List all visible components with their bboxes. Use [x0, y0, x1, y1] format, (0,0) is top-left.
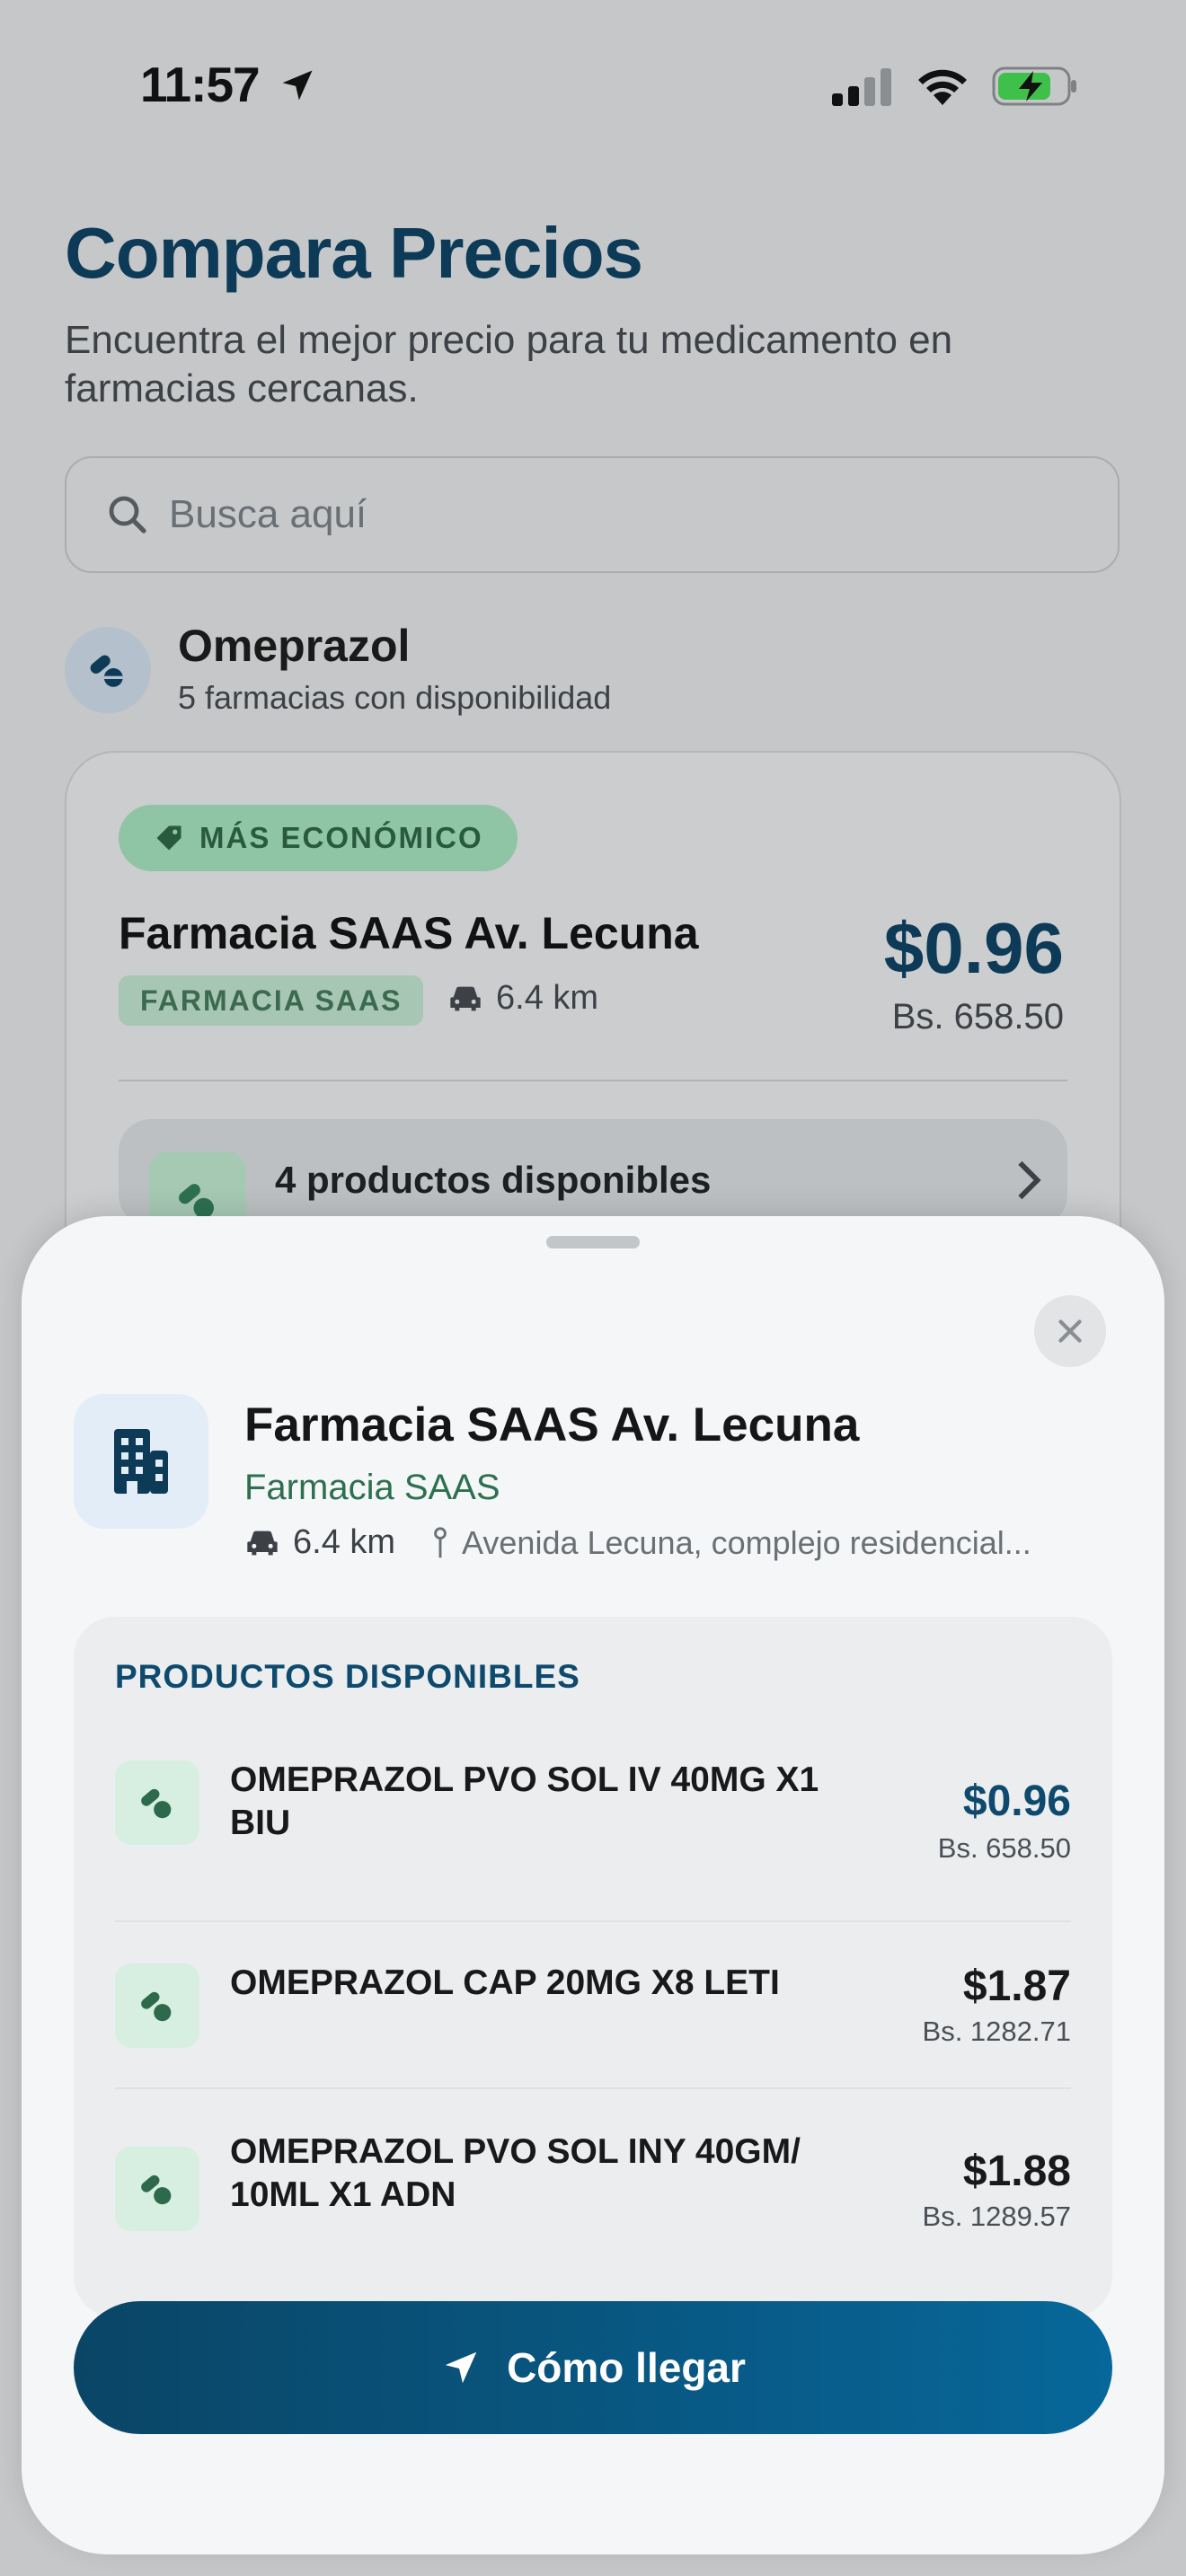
search-placeholder: Busca aquí	[169, 492, 367, 536]
location-arrow-icon	[282, 70, 313, 101]
row-divider	[115, 1920, 1071, 1922]
store-meta: 6.4 km Avenida Lecuna, complejo residenc…	[244, 1523, 1031, 1562]
pills-icon	[141, 2175, 172, 2205]
drug-name: Omeprazol	[178, 621, 411, 671]
search-icon	[109, 496, 146, 534]
navigation-arrow-icon	[445, 2351, 477, 2384]
directions-button[interactable]: Cómo llegar	[74, 2301, 1112, 2434]
card-price-usd: $0.96	[883, 908, 1064, 988]
product-icon	[115, 1760, 199, 1845]
product-name: OMEPRAZOL PVO SOL IV 40MG X1 BIU	[230, 1760, 819, 1842]
time-label: 11:57	[140, 57, 261, 112]
pills-icon	[141, 1991, 172, 2022]
card-distance: 6.4 km	[447, 979, 598, 1018]
product-price-usd: $1.87	[962, 1963, 1071, 2010]
card-divider	[119, 1080, 1067, 1081]
product-price-usd: $0.96	[962, 1778, 1071, 1825]
product-price-bs: Bs. 1282.71	[922, 2016, 1071, 2047]
car-icon	[450, 986, 481, 1010]
directions-label: Cómo llegar	[507, 2344, 746, 2391]
product-price-usd: $1.88	[962, 2148, 1071, 2195]
store-chain: Farmacia SAAS	[244, 1468, 500, 1507]
battery-charging-icon	[992, 66, 1076, 106]
drug-availability: 5 farmacias con disponibilidad	[178, 679, 612, 716]
store-distance: 6.4 km	[293, 1523, 396, 1561]
pills-icon	[141, 1788, 172, 1819]
product-icon	[115, 1963, 199, 2048]
wifi-icon	[918, 69, 967, 105]
row-divider	[115, 2087, 1071, 2089]
product-icon	[115, 2147, 199, 2231]
close-button[interactable]	[1034, 1295, 1106, 1367]
card-chain-tag: FARMACIA SAAS	[119, 975, 424, 1026]
card-price-bs: Bs. 658.50	[891, 997, 1064, 1037]
card-products-label: 4 productos disponibles	[275, 1159, 712, 1201]
cellular-signal-icon	[832, 68, 891, 106]
card-distance-label: 6.4 km	[496, 979, 599, 1017]
badge-label: MÁS ECONÓMICO	[199, 821, 483, 854]
pills-icon	[90, 655, 123, 687]
page-title: Compara Precios	[65, 213, 643, 293]
products-title: PRODUCTOS DISPONIBLES	[115, 1658, 580, 1695]
store-avatar	[74, 1394, 208, 1529]
status-icons	[830, 65, 1078, 108]
card-pharmacy-name: Farmacia SAAS Av. Lecuna	[119, 908, 699, 958]
chevron-right-icon	[1015, 1159, 1042, 1213]
tag-icon	[156, 825, 181, 851]
building-icon	[114, 1429, 168, 1494]
product-name: OMEPRAZOL CAP 20MG X8 LETI	[230, 1963, 780, 2002]
drug-avatar	[65, 627, 151, 713]
close-icon	[1058, 1319, 1082, 1343]
store-address: Avenida Lecuna, complejo residencial...	[462, 1523, 1031, 1561]
store-name: Farmacia SAAS Av. Lecuna	[244, 1398, 860, 1451]
product-name: OMEPRAZOL PVO SOL INY 40GM/ 10ML X1 ADN	[230, 2132, 801, 2214]
product-price-bs: Bs. 1289.57	[922, 2201, 1071, 2232]
car-icon	[247, 1531, 278, 1555]
product-row[interactable]: OMEPRAZOL CAP 20MG X8 LETI $1.87 Bs. 128…	[115, 1962, 1071, 2051]
product-row[interactable]: OMEPRAZOL PVO SOL INY 40GM/ 10ML X1 ADN …	[115, 2132, 1071, 2263]
pin-icon	[434, 1526, 447, 1557]
sheet-grabber[interactable]	[546, 1236, 640, 1248]
cheapest-badge: MÁS ECONÓMICO	[119, 805, 518, 871]
page-subtitle: Encuentra el mejor precio para tu medica…	[65, 318, 953, 410]
status-time: 11:57	[140, 56, 317, 113]
product-row[interactable]: OMEPRAZOL PVO SOL IV 40MG X1 BIU $0.96 B…	[115, 1759, 1071, 1866]
search-input[interactable]: Busca aquí	[65, 456, 1120, 573]
product-price-bs: Bs. 658.50	[937, 1832, 1071, 1864]
